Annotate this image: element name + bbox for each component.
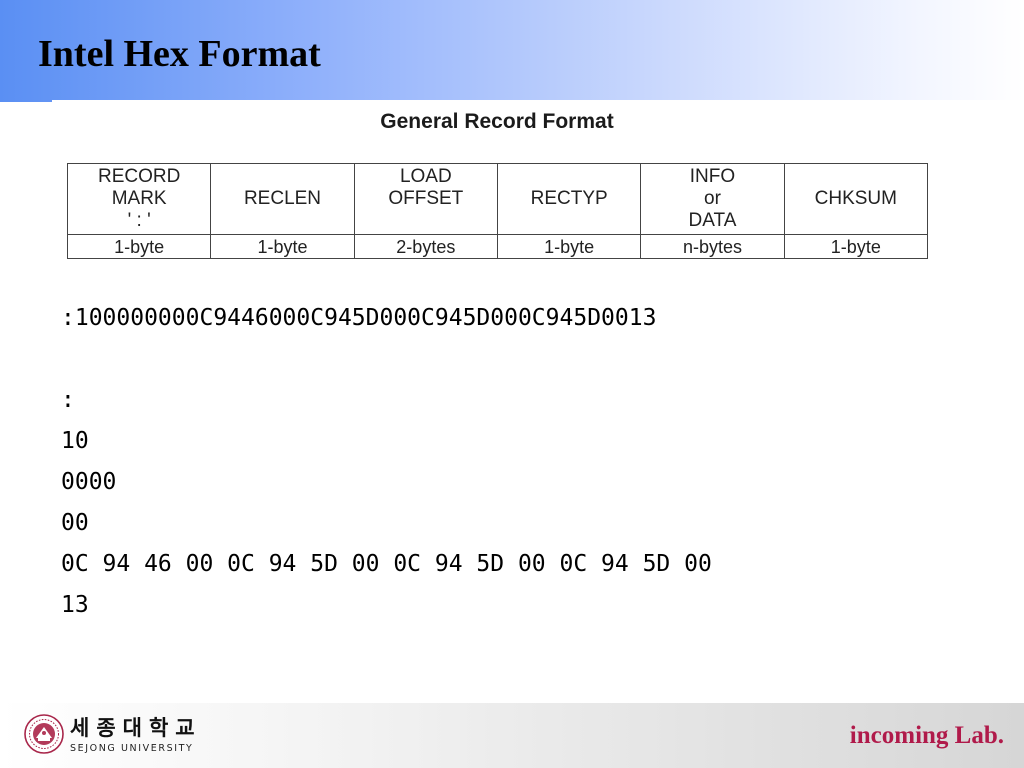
university-seal-icon <box>24 714 64 754</box>
field-chksum: CHKSUM <box>783 163 929 235</box>
part-data: 0C 94 46 00 0C 94 5D 00 0C 94 5D 00 0C 9… <box>61 551 712 577</box>
part-load-offset: 0000 <box>61 469 117 495</box>
university-logo: 세종대학교 SEJONG UNIVERSITY <box>24 712 204 758</box>
part-checksum: 13 <box>61 592 89 618</box>
record-format-table: RECORD MARK ' : ' RECLEN LOAD OFFSET REC… <box>66 163 929 259</box>
size-reclen: 1-byte <box>210 234 355 259</box>
field-load-offset: LOAD OFFSET <box>353 163 498 235</box>
university-name-korean: 세종대학교 <box>70 716 202 740</box>
title-bar-notch <box>52 100 1024 104</box>
part-reclen: 10 <box>61 428 89 454</box>
size-chksum: 1-byte <box>783 234 929 259</box>
part-rectyp: 00 <box>61 510 89 536</box>
lab-name: incoming Lab. <box>849 722 1004 749</box>
example-record: :100000000C9446000C945D000C945D000C945D0… <box>61 305 657 331</box>
field-info-data: INFO or DATA <box>640 163 785 235</box>
record-field-size-row: 1-byte 1-byte 2-bytes 1-byte n-bytes 1-b… <box>66 234 929 259</box>
slide-title: Intel Hex Format <box>38 33 321 75</box>
size-load-offset: 2-bytes <box>353 234 498 259</box>
size-record-mark: 1-byte <box>66 234 212 259</box>
field-reclen: RECLEN <box>210 163 355 235</box>
figure-title: General Record Format <box>380 110 614 133</box>
record-field-header-row: RECORD MARK ' : ' RECLEN LOAD OFFSET REC… <box>66 163 929 235</box>
size-info-data: n-bytes <box>640 234 785 259</box>
size-rectyp: 1-byte <box>496 234 642 259</box>
university-name-english: SEJONG UNIVERSITY <box>70 743 194 754</box>
field-record-mark: RECORD MARK ' : ' <box>66 163 212 235</box>
field-rectyp: RECTYP <box>496 163 642 235</box>
part-record-mark: : <box>61 387 75 413</box>
